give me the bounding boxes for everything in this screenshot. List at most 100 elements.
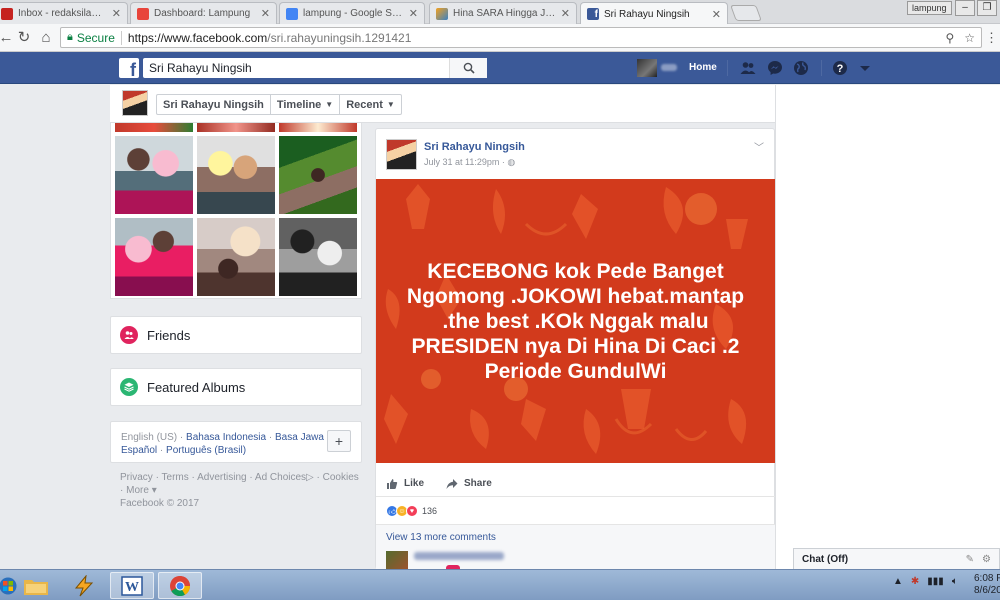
timeline-post: Sri Rahayu Ningsih July 31 at 11:29pm · …: [375, 128, 775, 569]
albums-stack-icon: [120, 378, 138, 396]
footer-link-cookies[interactable]: Cookies: [323, 472, 359, 483]
browser-tab-strip: Inbox - redaksilampung ✕ Dashboard: Lamp…: [0, 0, 1000, 25]
media-app-taskbar-button[interactable]: [62, 572, 106, 599]
file-explorer-taskbar-button[interactable]: [14, 572, 58, 599]
featured-albums-section[interactable]: Featured Albums: [110, 368, 362, 406]
photo-thumbnail[interactable]: [197, 218, 275, 296]
timeline-nav: Sri Rahayu Ningsih Timeline ▼ Recent ▼: [156, 94, 402, 115]
timeline-dropdown[interactable]: Timeline ▼: [271, 95, 341, 114]
share-arrow-icon: [446, 478, 458, 489]
reaction-count: 136: [422, 506, 438, 516]
key-icon[interactable]: ⚲: [945, 31, 954, 45]
footer-link-more[interactable]: More: [126, 485, 149, 496]
microsoft-word-taskbar-button[interactable]: W: [110, 572, 154, 599]
share-button[interactable]: Share: [446, 478, 492, 490]
profile-name-link[interactable]: Sri Rahayu Ningsih: [157, 95, 271, 114]
volume-icon[interactable]: 🔈︎: [952, 576, 958, 587]
browser-menu-icon[interactable]: ⋮: [985, 30, 998, 46]
home-icon[interactable]: ⌂: [36, 28, 56, 48]
search-icon: [463, 62, 475, 74]
minimize-icon[interactable]: –: [955, 0, 975, 16]
blogger-icon: [137, 7, 149, 20]
lightning-app-icon: [74, 574, 94, 596]
language-link[interactable]: Bahasa Indonesia: [186, 432, 266, 443]
footer-link-advertising[interactable]: Advertising: [197, 472, 246, 483]
commenter-avatar[interactable]: [386, 551, 408, 569]
profile-avatar[interactable]: [122, 90, 148, 116]
commenter-name-blurred[interactable]: [414, 552, 504, 560]
svg-text:?: ?: [837, 63, 844, 75]
close-icon[interactable]: ✕: [112, 7, 121, 20]
browser-profile-button[interactable]: lampung: [907, 1, 952, 15]
photo-thumbnail[interactable]: [279, 218, 357, 296]
photo-thumbnail[interactable]: [279, 136, 357, 214]
like-button[interactable]: Like: [386, 478, 424, 490]
system-clock[interactable]: 6:08 PM 8/6/2017: [974, 573, 1000, 597]
browser-toolbar: ← ↻ ⌂ 🔒︎ Secure https://www.facebook.com…: [0, 24, 1000, 52]
reload-icon[interactable]: ↻: [14, 28, 34, 48]
browser-tab-dashboard[interactable]: Dashboard: Lampung ✕: [130, 2, 277, 24]
home-link[interactable]: Home: [689, 62, 717, 73]
post-author-name[interactable]: Sri Rahayu Ningsih: [424, 141, 525, 153]
facebook-search: [143, 58, 487, 78]
search-button[interactable]: [449, 58, 487, 78]
gear-icon[interactable]: ⚙: [982, 554, 991, 565]
restore-icon[interactable]: ❐: [977, 0, 997, 16]
language-link[interactable]: Português (Brasil): [166, 445, 246, 456]
friend-requests-icon[interactable]: [740, 60, 756, 76]
close-icon[interactable]: ✕: [261, 7, 270, 20]
browser-tab-google-search[interactable]: lampung - Google Search ✕: [279, 2, 425, 24]
chat-sidebar-toggle[interactable]: Chat (Off) ✎ ⚙: [793, 548, 1000, 569]
browser-tab-article[interactable]: Hina SARA Hingga Joko ✕: [429, 2, 577, 24]
gmail-icon: [1, 7, 13, 20]
friends-section[interactable]: Friends: [110, 316, 362, 354]
love-reaction-icon: ♥: [406, 505, 418, 517]
notifications-globe-icon[interactable]: [793, 60, 809, 76]
photo-thumbnail[interactable]: [115, 123, 193, 132]
chrome-taskbar-button[interactable]: [158, 572, 202, 599]
compose-icon[interactable]: ✎: [966, 554, 974, 565]
post-author-avatar[interactable]: [386, 139, 417, 170]
user-name-blurred[interactable]: [661, 64, 677, 71]
photo-thumbnail[interactable]: [197, 123, 275, 132]
facebook-logo-icon[interactable]: f: [119, 58, 139, 78]
tray-expand-icon[interactable]: ▲: [893, 576, 903, 587]
chrome-icon: [170, 575, 191, 596]
tray-app-icon[interactable]: ✱: [911, 576, 919, 587]
language-link[interactable]: Español: [121, 445, 157, 456]
close-icon[interactable]: ✕: [712, 8, 721, 21]
photo-thumbnail[interactable]: [197, 136, 275, 214]
chevron-down-icon[interactable]: [857, 60, 873, 76]
user-avatar[interactable]: [637, 59, 657, 77]
close-icon[interactable]: ✕: [409, 7, 418, 20]
friends-icon: [120, 326, 138, 344]
facebook-page: Sri Rahayu Ningsih Timeline ▼ Recent ▼ Fri…: [0, 85, 1000, 569]
bookmark-star-icon[interactable]: ☆: [964, 31, 975, 45]
photo-thumbnail[interactable]: [279, 123, 357, 132]
photo-thumbnail[interactable]: [115, 218, 193, 296]
browser-tab-gmail[interactable]: Inbox - redaksilampung ✕: [0, 2, 128, 24]
footer-link-ad-choices[interactable]: Ad Choices: [255, 472, 306, 483]
photo-thumbnail[interactable]: [115, 136, 193, 214]
post-timestamp[interactable]: July 31 at 11:29pm · ◍: [424, 157, 515, 168]
view-more-comments-link[interactable]: View 13 more comments: [386, 532, 496, 543]
help-icon[interactable]: ?: [832, 60, 848, 76]
messenger-icon[interactable]: [767, 60, 783, 76]
footer-link-privacy[interactable]: Privacy: [120, 472, 153, 483]
add-language-button[interactable]: +: [327, 430, 351, 452]
address-bar[interactable]: 🔒︎ Secure https://www.facebook.com/sri.r…: [60, 27, 982, 48]
network-signal-icon[interactable]: ▮▮▮: [927, 576, 944, 587]
browser-tab-facebook[interactable]: f Sri Rahayu Ningsih ✕: [580, 2, 728, 25]
recent-dropdown[interactable]: Recent ▼: [340, 95, 401, 114]
new-tab-button[interactable]: [730, 5, 762, 21]
caret-down-icon: ▼: [325, 100, 334, 109]
footer-links: Privacy · Terms · Advertising · Ad Choic…: [120, 472, 359, 509]
language-link[interactable]: Basa Jawa: [275, 432, 324, 443]
post-image-caption: KECEBONG kok Pede Banget Ngomong .JOKOWI…: [406, 259, 745, 383]
post-options-chevron-icon[interactable]: ﹀: [754, 139, 764, 154]
reactions-summary[interactable]: 👍︎ ☺ ♥ 136: [386, 505, 437, 517]
photos-card: [110, 123, 362, 299]
facebook-search-input[interactable]: [143, 61, 449, 75]
footer-link-terms[interactable]: Terms: [162, 472, 189, 483]
close-icon[interactable]: ✕: [561, 7, 570, 20]
